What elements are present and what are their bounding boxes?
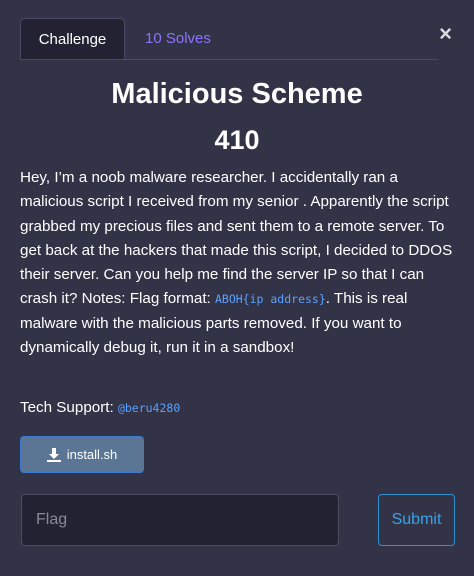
challenge-title: Malicious Scheme: [111, 78, 363, 110]
tab-solves[interactable]: 10 Solves: [145, 18, 211, 59]
tab-challenge[interactable]: Challenge: [20, 18, 125, 59]
flag-input[interactable]: [21, 494, 339, 546]
download-icon: [46, 447, 61, 462]
tab-bar: Challenge 10 Solves: [20, 18, 438, 60]
download-file-button[interactable]: install.sh: [20, 436, 144, 473]
tech-support-handle: @beru4280: [117, 401, 181, 415]
challenge-points: 410: [214, 125, 260, 155]
description-text: Hey, I’m a noob malware researcher. I ac…: [20, 169, 453, 308]
submit-button[interactable]: Submit: [378, 494, 455, 546]
tech-support: Tech Support: @beru4280: [20, 399, 180, 416]
flag-format-code: ABOH{ip address}: [214, 292, 326, 307]
challenge-description: Hey, I’m a noob malware researcher. I ac…: [20, 166, 460, 360]
tech-support-label: Tech Support:: [20, 399, 118, 416]
close-icon[interactable]: ×: [439, 23, 452, 45]
file-name: install.sh: [66, 447, 118, 462]
